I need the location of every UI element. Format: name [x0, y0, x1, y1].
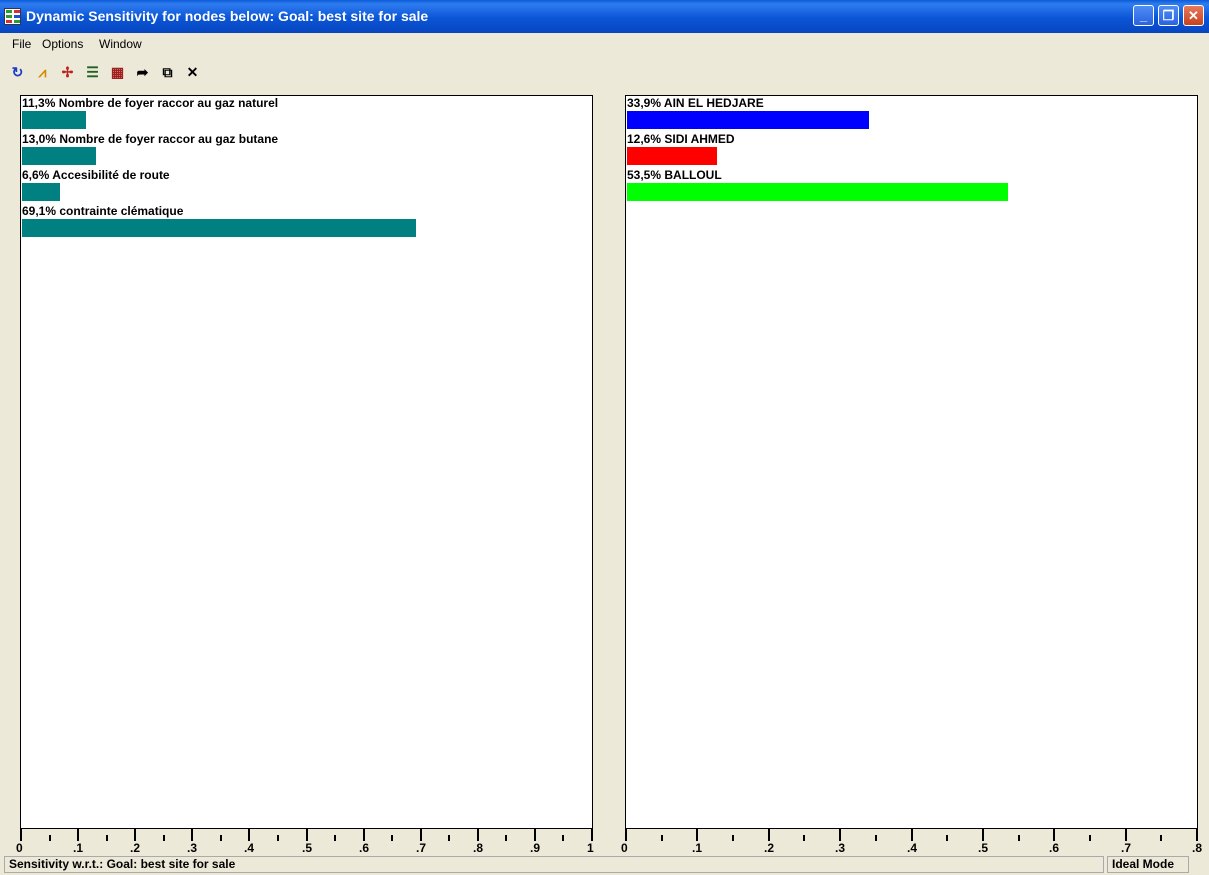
tick-label: 0: [621, 841, 628, 855]
tick-label: .5: [978, 841, 989, 855]
major-tick: [1196, 829, 1198, 841]
major-tick: [77, 829, 79, 841]
major-tick: [134, 829, 136, 841]
bar-label[interactable]: 53,5% BALLOUL: [627, 168, 722, 182]
tick-label: .8: [473, 841, 484, 855]
head-to-head-icon[interactable]: ☰: [83, 62, 102, 83]
tick-label: .4: [244, 841, 255, 855]
tick-label: .3: [835, 841, 846, 855]
menu-options[interactable]: Options: [42, 37, 83, 51]
tick-label: .2: [764, 841, 775, 855]
refresh-icon[interactable]: ↻: [8, 62, 27, 83]
minor-tick: [277, 835, 279, 841]
maximize-button[interactable]: ❐: [1158, 5, 1179, 26]
bar-label[interactable]: 6,6% Accesibilité de route: [22, 168, 170, 182]
minor-tick: [163, 835, 165, 841]
sensitivity-bar[interactable]: [22, 219, 416, 237]
major-tick: [911, 829, 913, 841]
status-bar: Sensitivity w.r.t.: Goal: best site for …: [0, 855, 1209, 875]
bar-label[interactable]: 69,1% contrainte clématique: [22, 204, 183, 218]
app-icon: [4, 8, 21, 25]
major-tick: [1053, 829, 1055, 841]
sensitivity-bar[interactable]: [627, 183, 1008, 201]
minor-tick: [334, 835, 336, 841]
close-button[interactable]: ✕: [1183, 5, 1204, 26]
major-tick: [248, 829, 250, 841]
tick-label: .1: [73, 841, 84, 855]
minor-tick: [875, 835, 877, 841]
major-tick: [191, 829, 193, 841]
tick-label: .7: [1121, 841, 1132, 855]
performance-graph-icon[interactable]: ⩘: [33, 62, 52, 83]
tick-label: .1: [692, 841, 703, 855]
sensitivity-bar[interactable]: [22, 111, 86, 129]
minor-tick: [1018, 835, 1020, 841]
tick-label: .6: [359, 841, 370, 855]
minor-tick: [49, 835, 51, 841]
major-tick: [534, 829, 536, 841]
minor-tick: [106, 835, 108, 841]
status-mode: Ideal Mode: [1107, 856, 1189, 873]
right-panel-alternatives: 33,9% AIN EL HEDJARE 12,6% SIDI AHMED 53,5…: [625, 95, 1198, 829]
minor-tick: [391, 835, 393, 841]
tick-label: .3: [187, 841, 198, 855]
menu-bar: File Options Window: [0, 33, 1209, 55]
minor-tick: [220, 835, 222, 841]
minor-tick: [448, 835, 450, 841]
toolbar: ↻ ⩘ ✢ ☰ ▦ ➦ ⧉ ✕: [0, 56, 1209, 90]
major-tick: [591, 829, 593, 841]
menu-file[interactable]: File: [12, 37, 31, 51]
major-tick: [306, 829, 308, 841]
bar-label[interactable]: 11,3% Nombre de foyer raccor au gaz natu…: [22, 96, 278, 110]
tick-label: .7: [416, 841, 427, 855]
bar-label[interactable]: 13,0% Nombre de foyer raccor au gaz buta…: [22, 132, 278, 146]
close-x-icon[interactable]: ✕: [183, 62, 202, 83]
gradient-icon[interactable]: ✢: [58, 62, 77, 83]
window-title: Dynamic Sensitivity for nodes below: Goa…: [26, 8, 429, 24]
tick-label: 1: [587, 841, 594, 855]
tick-label: .4: [907, 841, 918, 855]
window-icon[interactable]: ⧉: [158, 62, 177, 83]
left-panel-criteria: 11,3% Nombre de foyer raccor au gaz natu…: [20, 95, 593, 829]
bar-label[interactable]: 33,9% AIN EL HEDJARE: [627, 96, 764, 110]
minimize-button[interactable]: _: [1133, 5, 1154, 26]
minor-tick: [505, 835, 507, 841]
major-tick: [420, 829, 422, 841]
major-tick: [982, 829, 984, 841]
status-sensitivity-text: Sensitivity w.r.t.: Goal: best site for …: [4, 856, 1104, 873]
tick-label: .8: [1192, 841, 1203, 855]
minor-tick: [1160, 835, 1162, 841]
minor-tick: [661, 835, 663, 841]
major-tick: [625, 829, 627, 841]
major-tick: [363, 829, 365, 841]
two-d-icon[interactable]: ▦: [108, 62, 127, 83]
minor-tick: [1089, 835, 1091, 841]
major-tick: [1125, 829, 1127, 841]
tick-label: .2: [130, 841, 141, 855]
sensitivity-bar[interactable]: [627, 147, 717, 165]
sensitivity-bar[interactable]: [627, 111, 869, 129]
major-tick: [20, 829, 22, 841]
minor-tick: [562, 835, 564, 841]
tick-label: .6: [1049, 841, 1060, 855]
title-bar[interactable]: Dynamic Sensitivity for nodes below: Goa…: [0, 0, 1209, 33]
redo-arrow-icon[interactable]: ➦: [133, 62, 152, 83]
major-tick: [696, 829, 698, 841]
minor-tick: [732, 835, 734, 841]
sensitivity-bar[interactable]: [22, 147, 96, 165]
menu-window[interactable]: Window: [99, 37, 142, 51]
tick-label: 0: [16, 841, 23, 855]
minor-tick: [803, 835, 805, 841]
major-tick: [768, 829, 770, 841]
tick-label: .9: [530, 841, 541, 855]
major-tick: [839, 829, 841, 841]
bar-label[interactable]: 12,6% SIDI AHMED: [627, 132, 735, 146]
right-axis: 0 .1 .2 .3 .4 .5 .6 .7 .8: [621, 829, 1202, 855]
left-axis: 0 .1 .2 .3 .4 .5 .6 .7 .8 .9 1: [16, 829, 594, 855]
major-tick: [477, 829, 479, 841]
tick-label: .5: [302, 841, 313, 855]
minor-tick: [946, 835, 948, 841]
sensitivity-bar[interactable]: [22, 183, 60, 201]
